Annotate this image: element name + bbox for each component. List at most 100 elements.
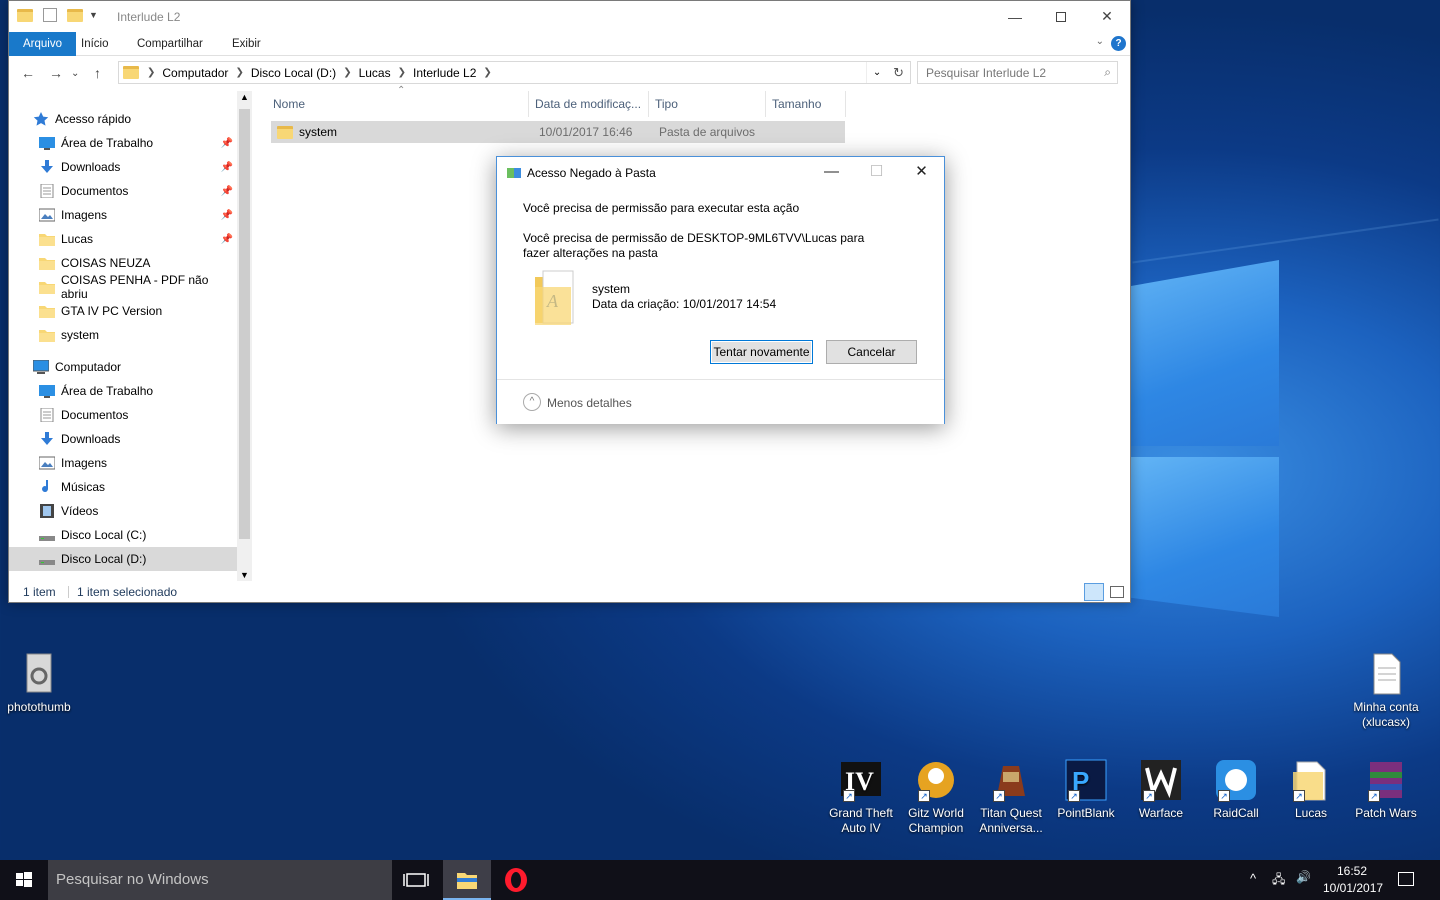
desktop-shortcut[interactable]: ↗ Gitz World Champion — [898, 758, 974, 836]
taskbar-search[interactable]: Pesquisar no Windows — [48, 860, 392, 900]
nav-quick-item[interactable]: GTA IV PC Version — [9, 299, 237, 323]
taskbar-explorer-button[interactable] — [443, 860, 491, 900]
dialog-close-button[interactable]: ✕ — [899, 157, 944, 187]
pin-icon[interactable]: 📌 — [221, 162, 233, 173]
nav-quick-item[interactable]: system — [9, 323, 237, 347]
search-icon[interactable]: ⌕ — [1104, 65, 1111, 80]
desktop-shortcut[interactable]: ↗ Patch Wars — [1348, 758, 1424, 821]
maximize-button[interactable] — [1038, 1, 1084, 32]
refresh-icon[interactable]: ↻ — [893, 65, 904, 81]
search-box[interactable]: Pesquisar Interlude L2 ⌕ — [917, 61, 1118, 84]
nav-quick-item[interactable]: Imagens 📌 — [9, 203, 237, 227]
chevron-up-icon[interactable]: ^ — [1250, 871, 1256, 886]
tab-exibir[interactable]: Exibir — [222, 32, 271, 56]
column-tamanho[interactable]: Tamanho — [766, 91, 846, 117]
folder-icon — [123, 66, 139, 79]
desktop-shortcut[interactable]: ↗ Warface — [1123, 758, 1199, 821]
nav-quick-item[interactable]: Documentos 📌 — [9, 179, 237, 203]
desktop-icon-photothumb[interactable]: photothumb — [0, 652, 78, 715]
new-folder-icon[interactable] — [67, 8, 83, 22]
forward-arrow-icon[interactable]: → — [49, 65, 63, 81]
shortcut-arrow-icon: ↗ — [918, 790, 930, 802]
volume-icon[interactable]: 🔊 — [1296, 870, 1311, 884]
nav-computer-item[interactable]: Imagens — [9, 451, 237, 475]
pin-icon[interactable]: 📌 — [221, 186, 233, 197]
nav-quick-item[interactable]: Lucas 📌 — [9, 227, 237, 251]
close-icon: ✕ — [1101, 8, 1113, 24]
nav-item-label: Vídeos — [61, 504, 99, 518]
breadcrumb-computador[interactable]: Computador — [162, 66, 228, 80]
file-modified: 10/01/2017 16:46 — [539, 125, 633, 139]
dialog-minimize-button[interactable]: — — [809, 157, 854, 187]
desktop-icon — [39, 384, 55, 398]
start-button[interactable] — [0, 860, 48, 900]
close-button[interactable]: ✕ — [1084, 1, 1130, 32]
nav-item-label: Downloads — [61, 160, 121, 174]
address-bar[interactable]: ❯ Computador ❯ Disco Local (D:) ❯ Lucas … — [118, 61, 911, 84]
taskbar: Pesquisar no Windows ^ 🖧 🔊 16:52 10/01/2… — [0, 860, 1440, 900]
breadcrumb-disco-d[interactable]: Disco Local (D:) — [251, 66, 336, 80]
nav-scrollbar[interactable]: ▲ ▼ — [237, 91, 252, 581]
clock-date[interactable]: 10/01/2017 — [1323, 881, 1383, 895]
desktop-icon-label: Patch Wars — [1355, 806, 1417, 820]
desktop-shortcut[interactable]: P ↗ PointBlank — [1048, 758, 1124, 821]
access-denied-dialog[interactable]: Acesso Negado à Pasta — ☐ ✕ Você precisa… — [496, 156, 945, 424]
expand-ribbon-icon[interactable]: ⌄ — [1096, 36, 1104, 47]
nav-computer-item[interactable]: Documentos — [9, 403, 237, 427]
nav-computer-item[interactable]: Disco Local (C:) — [9, 523, 237, 547]
nav-quick-access[interactable]: Acesso rápido — [9, 107, 237, 131]
scroll-down-icon[interactable]: ▼ — [240, 570, 249, 580]
recent-chevron-icon[interactable]: ⌄ — [71, 68, 79, 79]
taskbar-opera-button[interactable] — [493, 860, 541, 900]
nav-quick-item[interactable]: Downloads 📌 — [9, 155, 237, 179]
action-center-icon[interactable] — [1398, 872, 1414, 886]
nav-computer-item[interactable]: Área de Trabalho — [9, 379, 237, 403]
column-tipo[interactable]: Tipo — [649, 91, 766, 117]
nav-computer-item[interactable]: Downloads — [9, 427, 237, 451]
file-row[interactable]: system 10/01/2017 16:46 Pasta de arquivo… — [271, 121, 845, 143]
desktop-icon-minha-conta[interactable]: Minha conta (xlucasx) — [1347, 652, 1425, 730]
tab-arquivo[interactable]: Arquivo — [9, 32, 76, 56]
desktop-shortcut[interactable]: ↗ RaidCall — [1198, 758, 1274, 821]
help-icon[interactable]: ? — [1111, 36, 1126, 51]
back-arrow-icon[interactable]: ← — [21, 65, 35, 81]
nav-computer[interactable]: Computador — [9, 355, 237, 379]
dialog-footer: ^ Menos detalhes — [497, 379, 944, 424]
minimize-button[interactable]: — — [992, 1, 1038, 32]
explorer-titlebar[interactable]: ▼ Interlude L2 — ✕ — [9, 1, 1130, 32]
pin-icon[interactable]: 📌 — [221, 234, 233, 245]
nav-computer-item[interactable]: Vídeos — [9, 499, 237, 523]
nav-computer-item[interactable]: Músicas — [9, 475, 237, 499]
tab-inicio[interactable]: Início — [71, 32, 119, 56]
desktop-shortcut[interactable]: ↗ Lucas — [1273, 758, 1349, 821]
retry-button[interactable]: Tentar novamente — [710, 340, 813, 364]
tab-compartilhar[interactable]: Compartilhar — [127, 32, 213, 56]
task-view-button[interactable] — [396, 860, 436, 900]
nav-quick-item[interactable]: COISAS NEUZA — [9, 251, 237, 275]
chevron-down-icon[interactable]: ▼ — [89, 10, 98, 20]
pin-icon[interactable]: 📌 — [221, 210, 233, 221]
less-details-link[interactable]: Menos detalhes — [547, 396, 632, 410]
large-icons-view-icon[interactable] — [1110, 586, 1124, 598]
collapse-chevron-icon[interactable]: ^ — [523, 393, 541, 411]
breadcrumb-interlude[interactable]: Interlude L2 — [413, 66, 476, 80]
pin-icon[interactable]: 📌 — [221, 138, 233, 149]
network-icon[interactable]: 🖧 — [1272, 870, 1285, 891]
details-view-icon[interactable] — [1084, 583, 1104, 601]
desktop-shortcut[interactable]: IV ↗ Grand Theft Auto IV — [823, 758, 899, 836]
nav-quick-item[interactable]: Área de Trabalho 📌 — [9, 131, 237, 155]
column-data[interactable]: Data de modificaç... — [529, 91, 649, 117]
address-dropdown-icon[interactable]: ⌄ — [873, 67, 881, 78]
desktop-icon-label: Warface — [1138, 806, 1184, 820]
scroll-up-icon[interactable]: ▲ — [240, 92, 249, 102]
up-arrow-icon[interactable]: ↑ — [94, 65, 101, 81]
column-nome[interactable]: Nome — [267, 91, 529, 117]
nav-computer-item[interactable]: Disco Local (D:) — [9, 547, 237, 571]
breadcrumb-lucas[interactable]: Lucas — [359, 66, 391, 80]
cancel-button[interactable]: Cancelar — [826, 340, 917, 364]
clock-time[interactable]: 16:52 — [1337, 864, 1367, 878]
nav-quick-item[interactable]: COISAS PENHA - PDF não abriu — [9, 273, 237, 301]
scrollbar-thumb[interactable] — [239, 109, 250, 539]
desktop-shortcut[interactable]: ↗ Titan Quest Anniversa... — [973, 758, 1049, 836]
properties-icon[interactable] — [43, 8, 57, 22]
